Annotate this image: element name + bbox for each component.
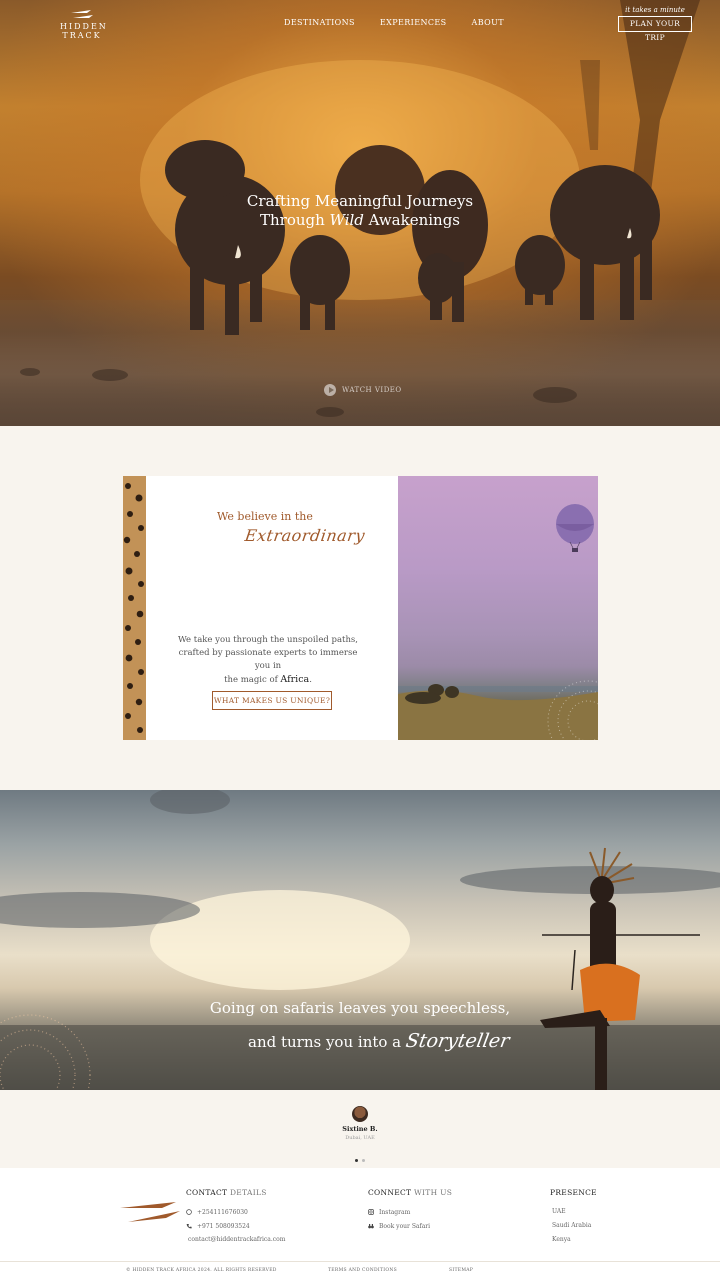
footer-presence-title: PRESENCE	[550, 1188, 597, 1197]
nav-destinations[interactable]: DESTINATIONS	[284, 18, 355, 27]
logo-brush-icon	[71, 10, 93, 18]
whatsapp-icon	[186, 1209, 192, 1215]
presence-uae: UAE	[552, 1208, 566, 1215]
footer-contact: CONTACT DETAILS +254111676030 +971 50809…	[186, 1188, 285, 1247]
logo-line-2: TRACK	[62, 31, 102, 40]
quote-line-2-pre: and turns you into a	[248, 1033, 406, 1051]
instagram-icon	[368, 1209, 374, 1215]
quote-line-1: Going on safaris leaves you speechless,	[209, 999, 511, 1017]
nav-experiences[interactable]: EXPERIENCES	[380, 18, 447, 27]
presence-saudi-arabia: Saudi Arabia	[552, 1222, 592, 1229]
footer-phone-number: +971 508093524	[197, 1222, 250, 1230]
balloon-savanna-image	[398, 476, 598, 740]
testimonial: Sixtine B. Dubai, UAE	[300, 1106, 420, 1141]
what-makes-us-unique-button[interactable]: WHAT MAKES US UNIQUE?	[212, 691, 332, 710]
plan-tagline: it takes a minute	[625, 6, 685, 14]
footer-phone[interactable]: +971 508093524	[186, 1219, 285, 1233]
logo-line-1: HIDDEN	[60, 22, 108, 31]
footer-email[interactable]: contact@hiddentrackafrica.com	[186, 1233, 285, 1247]
leopard-pattern-strip	[123, 476, 146, 740]
belief-desc-line-1: We take you through the unspoiled paths,	[178, 635, 358, 645]
hero-title-pre: Through	[259, 211, 330, 229]
footer-terms-link[interactable]: TERMS AND CONDITIONS	[328, 1268, 397, 1273]
carousel-dot-1[interactable]	[355, 1159, 358, 1162]
belief-card: We believe in the Extraordinary We take …	[123, 476, 598, 740]
avatar	[352, 1106, 368, 1122]
main-nav: DESTINATIONS EXPERIENCES ABOUT	[284, 18, 504, 27]
hero-title-line-1: Crafting Meaningful Journeys	[246, 192, 474, 210]
safari-quote-section: Going on safaris leaves you speechless, …	[0, 790, 720, 1090]
belief-description: We take you through the unspoiled paths,…	[173, 634, 363, 687]
carousel-dot-2[interactable]	[362, 1159, 365, 1162]
belief-desc-africa: Africa	[280, 674, 310, 685]
footer-connect-title-bold: CONNECT	[368, 1188, 412, 1197]
belief-desc-line-3: the magic of Africa.	[173, 673, 363, 687]
footer-instagram[interactable]: Instagram	[368, 1205, 452, 1219]
belief-desc-pre: the magic of	[224, 675, 281, 685]
footer-contact-title-light: DETAILS	[227, 1188, 267, 1197]
belief-desc-post: .	[309, 675, 312, 685]
footer-contact-title: CONTACT DETAILS	[186, 1188, 285, 1197]
site-logo[interactable]: HIDDEN TRACK	[60, 10, 108, 40]
testimonial-name: Sixtine B.	[342, 1125, 378, 1133]
footer-contact-title-bold: CONTACT	[186, 1188, 228, 1197]
footer-logo-brush-icon	[120, 1202, 180, 1222]
footer-bottom-bar: © HIDDEN TRACK AFRICA 2024. ALL RIGHTS R…	[0, 1268, 720, 1278]
belief-script-heading: Extraordinary	[243, 526, 367, 545]
hero-title-line-2: Through Wild Awakenings	[200, 211, 520, 230]
hero-title-post: Awakenings	[363, 211, 460, 229]
hero-title: Crafting Meaningful Journeys Through Wil…	[200, 192, 520, 230]
belief-heading: We believe in the	[217, 510, 313, 523]
footer-sitemap-link[interactable]: SITEMAP	[449, 1268, 473, 1273]
footer-connect: CONNECT WITH US Instagram Book your Safa…	[368, 1188, 452, 1233]
phone-icon	[186, 1224, 192, 1229]
footer-whatsapp-number: +254111676030	[197, 1208, 248, 1216]
footer-copyright: © HIDDEN TRACK AFRICA 2024. ALL RIGHTS R…	[126, 1268, 277, 1273]
footer-instagram-label: Instagram	[379, 1208, 411, 1216]
quote-storyteller-script: Storyteller	[403, 1030, 512, 1052]
watch-video-label: WATCH VIDEO	[342, 386, 402, 394]
footer-divider	[0, 1261, 720, 1262]
footer-book-safari[interactable]: Book your Safari	[368, 1219, 452, 1233]
watch-video-button[interactable]: WATCH VIDEO	[324, 384, 402, 396]
footer-connect-title-light: WITH US	[411, 1188, 453, 1197]
hero-title-emphasis: Wild	[329, 211, 364, 229]
play-icon	[324, 384, 336, 396]
plan-your-trip-button[interactable]: PLAN YOUR TRIP	[618, 16, 692, 42]
carousel-dots	[355, 1159, 365, 1162]
presence-kenya: Kenya	[552, 1236, 571, 1243]
footer-whatsapp[interactable]: +254111676030	[186, 1205, 285, 1219]
footer-connect-title: CONNECT WITH US	[368, 1188, 452, 1197]
hero-section: HIDDEN TRACK DESTINATIONS EXPERIENCES AB…	[0, 0, 720, 426]
binoculars-icon	[368, 1224, 374, 1229]
footer-book-label: Book your Safari	[379, 1222, 431, 1230]
hot-air-balloon	[556, 504, 594, 552]
footer-presence: PRESENCE UAE Saudi Arabia Kenya	[550, 1188, 597, 1247]
belief-desc-line-2: crafted by passionate experts to immerse…	[178, 648, 358, 671]
quote-line-2: and turns you into a Storyteller	[248, 1030, 512, 1052]
testimonial-location: Dubai, UAE	[345, 1135, 375, 1141]
nav-about[interactable]: ABOUT	[472, 18, 504, 27]
